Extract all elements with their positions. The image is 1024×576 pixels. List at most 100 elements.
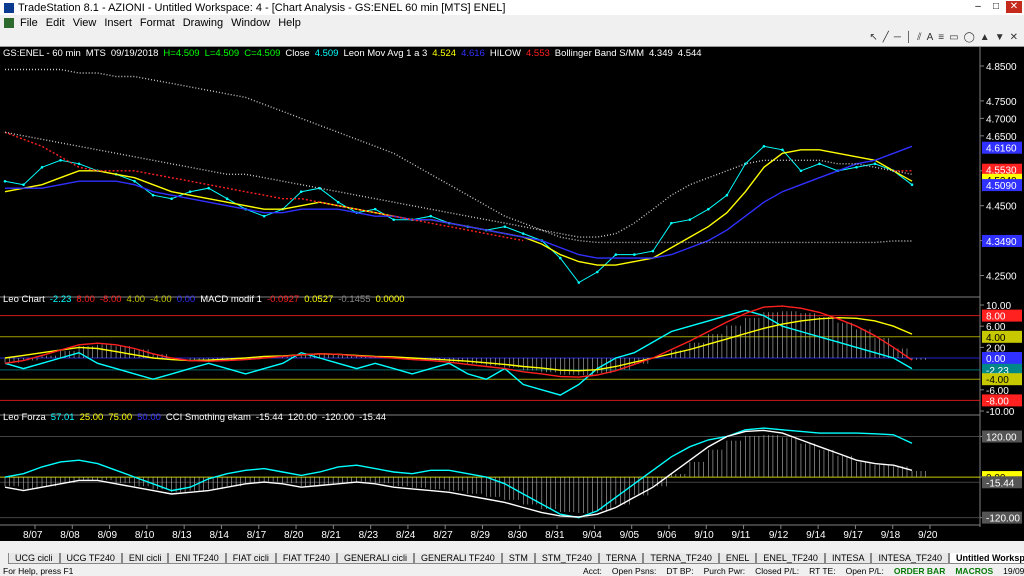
x-tick-label: 9/10: [694, 530, 714, 541]
workspace-tab[interactable]: STM_TF240: [534, 553, 599, 564]
macd-legend-item: -2.23: [49, 294, 72, 305]
macd-legend-item: 4.00: [126, 294, 146, 305]
close-point: [670, 221, 673, 225]
workspace-tab[interactable]: INTESA_TF240: [871, 553, 949, 564]
workspace-tab[interactable]: ENI cicli: [121, 553, 169, 564]
price-marker-label: 4.3490: [986, 237, 1017, 248]
fibonacci-icon[interactable]: ≡: [938, 32, 944, 43]
workspace-tab[interactable]: Untitled Workspace: 4: [948, 553, 1024, 564]
x-tick-label: 9/17: [843, 530, 863, 541]
price-legend-item: H=4.509: [163, 48, 200, 59]
x-tick-label: 8/29: [471, 530, 491, 541]
pointer-icon[interactable]: ↖: [869, 32, 877, 43]
menu-window[interactable]: Window: [231, 17, 270, 29]
price-legend-item: L=4.509: [204, 48, 240, 59]
close-point: [188, 190, 192, 194]
workspace-tab[interactable]: STM: [501, 553, 535, 564]
status-field: 19/09/2018 14:33: [1003, 566, 1024, 576]
workspace-tab[interactable]: TERNA: [598, 553, 644, 564]
y-tick-label: 4.2500: [986, 272, 1017, 283]
workspace-tab[interactable]: TERNA_TF240: [643, 553, 719, 564]
status-field: MACROS: [955, 566, 994, 576]
horizontal-line-icon[interactable]: ─: [894, 32, 901, 43]
macd-legend-item: 0.0000: [375, 294, 405, 305]
workspace-tab[interactable]: FIAT TF240: [275, 553, 337, 564]
x-tick-label: 9/11: [732, 530, 751, 541]
x-tick-label: 8/07: [23, 530, 43, 541]
cci-legend-item: -15.44: [359, 412, 387, 423]
status-field: Closed P/L:: [755, 566, 800, 576]
title-bar: TradeStation 8.1 - AZIONI - Untitled Wor…: [0, 0, 1024, 15]
text-icon[interactable]: A: [927, 32, 934, 43]
workspace-tab[interactable]: INTESA: [824, 553, 872, 564]
close-point: [651, 249, 655, 253]
series-line: [5, 68, 912, 244]
cci-legend-item: 120.00: [287, 412, 317, 423]
price-marker-label: 4.5090: [986, 181, 1017, 192]
series-line: [4, 305, 913, 378]
menu-drawing[interactable]: Drawing: [183, 17, 223, 29]
vertical-line-icon[interactable]: │: [906, 32, 912, 43]
ellipse-icon[interactable]: ◯: [964, 32, 975, 43]
x-tick-label: 8/31: [545, 530, 565, 541]
arrow-up-icon[interactable]: ▲: [980, 32, 990, 43]
menu-file[interactable]: File: [20, 17, 38, 29]
chart-analysis-window[interactable]: 4.85004.75004.70004.65004.55004.45004.35…: [0, 47, 1024, 541]
x-tick-label: 8/24: [396, 530, 416, 541]
cross-icon[interactable]: ✕: [1010, 32, 1018, 43]
rectangle-icon[interactable]: ▭: [949, 32, 958, 43]
menu-help[interactable]: Help: [278, 17, 301, 29]
menu-bar: File Edit View Insert Format Drawing Win…: [0, 15, 1024, 30]
menu-format[interactable]: Format: [140, 17, 175, 29]
document-icon[interactable]: [4, 17, 14, 28]
minimize-button[interactable]: –: [970, 1, 986, 13]
workspace-tab[interactable]: GENERALI cicli: [336, 553, 414, 564]
close-point: [373, 207, 377, 211]
workspace-tab[interactable]: ENEL: [718, 553, 757, 564]
close-point: [633, 253, 636, 256]
drawing-toolbar: ↖ ╱ ─ │ ⫽ A ≡ ▭ ◯ ▲ ▼ ✕: [0, 30, 1024, 47]
drawing-tools: ↖ ╱ ─ │ ⫽ A ≡ ▭ ◯ ▲ ▼ ✕: [869, 32, 1018, 43]
price-legend-item: HILOW: [489, 48, 521, 59]
close-point: [3, 179, 7, 183]
help-text: For Help, press F1: [3, 566, 74, 576]
channel-icon[interactable]: ⫽: [917, 32, 921, 43]
window-title: TradeStation 8.1 - AZIONI - Untitled Wor…: [18, 1, 506, 14]
workspace-tab[interactable]: ENI TF240: [168, 553, 226, 564]
workspace-tab[interactable]: UCG cicli: [8, 553, 60, 564]
workspace-tab[interactable]: UCG TF240: [59, 553, 122, 564]
price-marker-label: -4.00: [986, 375, 1009, 386]
price-marker-label: -8.00: [986, 396, 1009, 407]
price-marker-label: 4.00: [986, 333, 1006, 344]
maximize-button[interactable]: □: [988, 1, 1004, 13]
close-point: [503, 225, 507, 228]
close-button[interactable]: ✕: [1006, 1, 1022, 13]
menu-edit[interactable]: Edit: [46, 17, 65, 29]
macd-legend-item: 0.00: [176, 294, 196, 305]
trendline-icon[interactable]: ╱: [883, 32, 889, 43]
workspace-tab[interactable]: GENERALI TF240: [413, 553, 502, 564]
status-field: Acct:: [583, 566, 602, 576]
x-tick-label: 9/05: [620, 530, 640, 541]
close-point: [707, 207, 710, 211]
close-point: [207, 186, 210, 190]
workspace-tab[interactable]: FIAT cicli: [225, 553, 276, 564]
workspace-tab[interactable]: ENEL_TF240: [756, 553, 825, 564]
close-point: [873, 162, 877, 166]
close-point: [59, 158, 62, 162]
macd-legend-item: -0.0927: [266, 294, 300, 305]
close-point: [596, 270, 599, 274]
cci-legend-item: 25.00: [79, 412, 104, 423]
x-tick-label: 8/17: [247, 530, 267, 541]
close-point: [762, 145, 766, 148]
series-line: [4, 309, 913, 396]
arrow-down-icon[interactable]: ▼: [995, 32, 1005, 43]
macd-legend: Leo Chart -2.23 8.00 -8.00 4.00 -4.00 0.00 MACD…: [3, 294, 410, 305]
x-tick-label: 8/27: [433, 530, 453, 541]
menu-insert[interactable]: Insert: [104, 17, 132, 29]
cci-legend-item: CCI Smothing ekam: [165, 412, 251, 423]
x-tick-label: 8/20: [284, 530, 304, 541]
close-point: [910, 183, 914, 187]
menu-view[interactable]: View: [73, 17, 97, 29]
close-point: [336, 200, 340, 204]
